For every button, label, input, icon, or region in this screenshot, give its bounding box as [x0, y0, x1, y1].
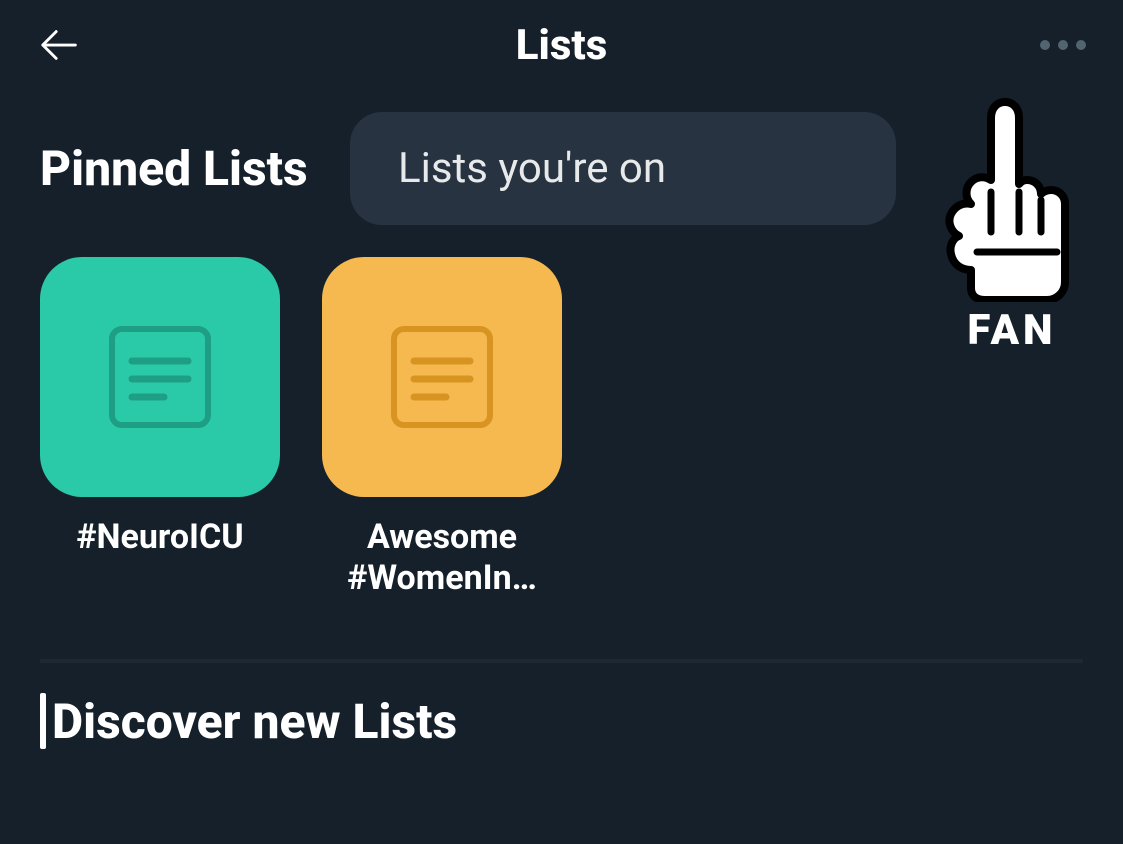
- pinned-list-label: Awesome #WomenIn…: [322, 517, 562, 599]
- list-thumbnail: [322, 257, 562, 497]
- pinned-list-item[interactable]: Awesome #WomenIn…: [322, 257, 562, 599]
- arrow-left-icon: [37, 22, 83, 68]
- section-divider: [40, 659, 1083, 663]
- discover-lists-heading: Discover new Lists: [52, 693, 457, 750]
- list-icon: [100, 317, 220, 437]
- pointing-hand-icon: [937, 92, 1087, 302]
- list-thumbnail: [40, 257, 280, 497]
- lists-youre-on-menu-item[interactable]: Lists you're on: [350, 112, 896, 225]
- pinned-lists-heading: Pinned Lists: [40, 140, 308, 197]
- fan-label: FAN: [967, 306, 1056, 355]
- ellipsis-icon: [1076, 40, 1086, 50]
- ellipsis-icon: [1058, 40, 1068, 50]
- menu-item-label: Lists you're on: [398, 144, 666, 193]
- list-icon: [382, 317, 502, 437]
- pinned-list-label: #NeuroICU: [76, 517, 243, 558]
- ellipsis-icon: [1040, 40, 1050, 50]
- back-button[interactable]: [30, 15, 90, 75]
- page-title: Lists: [90, 21, 1033, 70]
- pinned-list-item[interactable]: #NeuroICU: [40, 257, 280, 599]
- more-options-button[interactable]: [1033, 15, 1093, 75]
- text-cursor: [40, 693, 46, 749]
- fan-pointer-overlay: FAN: [927, 92, 1097, 355]
